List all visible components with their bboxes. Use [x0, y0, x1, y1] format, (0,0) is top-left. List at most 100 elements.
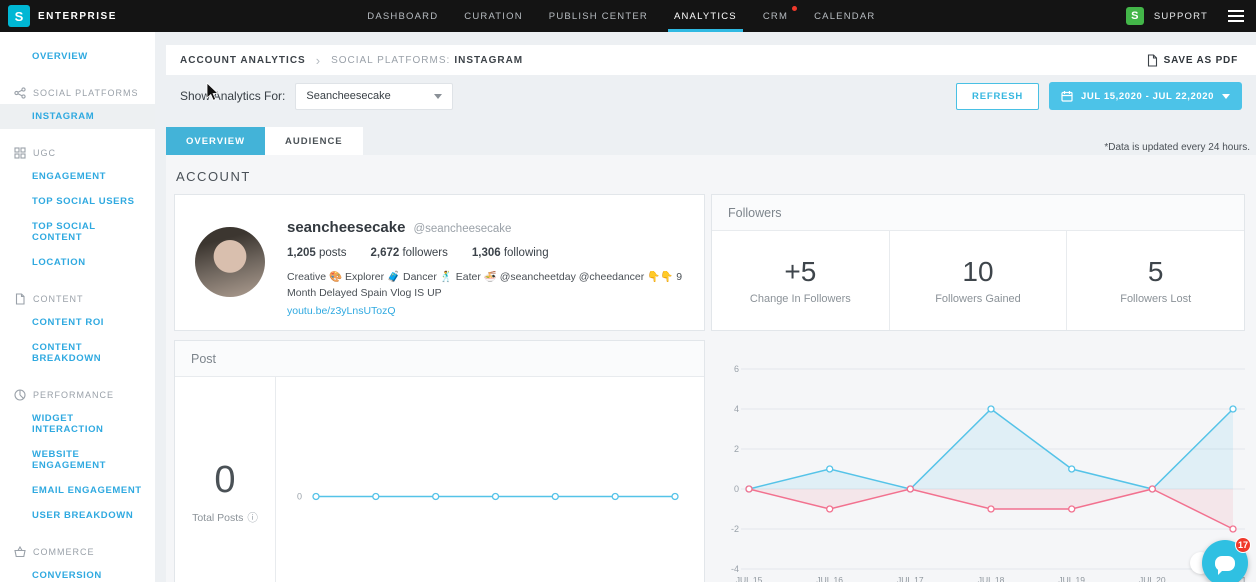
top-nav-right: S SUPPORT: [1126, 7, 1244, 25]
gauge-icon: [14, 389, 26, 401]
pdf-file-icon: [1147, 54, 1158, 67]
tab-overview[interactable]: OVERVIEW: [166, 127, 265, 155]
breadcrumb-account-analytics[interactable]: ACCOUNT ANALYTICS: [180, 55, 306, 66]
sidebar-item-website-engagement[interactable]: WEBSITE ENGAGEMENT: [0, 442, 155, 478]
sidebar-item-conversion[interactable]: CONVERSION: [0, 563, 155, 582]
sidebar-header-commerce: COMMERCE: [0, 541, 155, 563]
svg-text:-2: -2: [731, 524, 739, 534]
hamburger-menu-icon[interactable]: [1228, 10, 1244, 22]
notification-dot: [792, 6, 797, 11]
sidebar-header-ugc: UGC: [0, 142, 155, 164]
date-range-button[interactable]: JUL 15,2020 - JUL 22,2020: [1049, 82, 1242, 110]
info-icon[interactable]: ⓘ: [247, 510, 258, 525]
account-name: seancheesecake: [287, 219, 405, 236]
followers-card-title: Followers: [728, 206, 782, 220]
sidebar-item-widget-interaction[interactable]: WIDGET INTERACTION: [0, 406, 155, 442]
logo-letter: S: [15, 9, 24, 24]
support-avatar-badge[interactable]: S: [1126, 7, 1144, 25]
sidebar-item-content-breakdown[interactable]: CONTENT BREAKDOWN: [0, 335, 155, 371]
svg-text:4: 4: [734, 404, 739, 414]
svg-text:JUL 19: JUL 19: [1058, 575, 1085, 582]
app-root: S ENTERPRISE DASHBOARD CURATION PUBLISH …: [0, 0, 1256, 582]
refresh-button[interactable]: REFRESH: [956, 83, 1039, 110]
chevron-down-icon: [434, 94, 442, 99]
account-bio: Creative 🎨 Explorer 🧳 Dancer 🕺 Eater 🍜 @…: [287, 269, 684, 302]
account-select[interactable]: Seancheesecake: [295, 83, 453, 110]
sidebar-item-top-social-users[interactable]: TOP SOCIAL USERS: [0, 189, 155, 214]
posts-stat: 1,205 posts: [287, 247, 346, 259]
stat-label: Followers Gained: [935, 293, 1021, 305]
sidebar-item-user-breakdown[interactable]: USER BREAKDOWN: [0, 503, 155, 528]
sidebar-item-location[interactable]: LOCATION: [0, 250, 155, 275]
sidebar-header-content: CONTENT: [0, 288, 155, 310]
chat-bubble-icon: [1215, 556, 1235, 571]
brand[interactable]: S ENTERPRISE: [8, 5, 117, 27]
tabs-row: OVERVIEW AUDIENCE *Data is updated every…: [166, 127, 1256, 155]
svg-text:0: 0: [734, 484, 739, 494]
nav-publish-center[interactable]: PUBLISH CENTER: [536, 0, 661, 32]
save-as-pdf-label: SAVE AS PDF: [1164, 55, 1238, 66]
nav-calendar[interactable]: CALENDAR: [801, 0, 888, 32]
sidebar-item-content-roi[interactable]: CONTENT ROI: [0, 310, 155, 335]
total-posts-value: 0: [214, 459, 235, 502]
sidebar: OVERVIEW SOCIAL PLATFORMS INSTAGRAM UGC …: [0, 32, 155, 582]
sidebar-header-label: CONTENT: [33, 294, 84, 304]
sidebar-item-instagram[interactable]: INSTAGRAM: [0, 104, 155, 129]
sidebar-header-performance: PERFORMANCE: [0, 384, 155, 406]
profile-avatar: [195, 227, 265, 297]
nav-crm[interactable]: CRM: [750, 0, 801, 32]
svg-text:JUL 16: JUL 16: [816, 575, 843, 582]
controls-right: REFRESH JUL 15,2020 - JUL 22,2020: [956, 82, 1242, 110]
followers-lost-stat: 5 Followers Lost: [1066, 231, 1244, 330]
svg-text:0: 0: [297, 492, 302, 502]
nav-curation[interactable]: CURATION: [451, 0, 536, 32]
stat-value: 10: [962, 256, 993, 288]
right-column: Followers +5 Change In Followers 10 Foll…: [711, 194, 1245, 582]
top-nav-menu: DASHBOARD CURATION PUBLISH CENTER ANALYT…: [354, 0, 888, 32]
support-link[interactable]: SUPPORT: [1154, 11, 1208, 22]
breadcrumb: ACCOUNT ANALYTICS › SOCIAL PLATFORMS: IN…: [166, 45, 1256, 75]
chat-unread-badge: 17: [1235, 537, 1251, 553]
breadcrumb-separator: ›: [316, 53, 321, 68]
brand-logo-icon: S: [8, 5, 30, 27]
sidebar-item-overview[interactable]: OVERVIEW: [0, 44, 155, 69]
sidebar-item-engagement[interactable]: ENGAGEMENT: [0, 164, 155, 189]
svg-text:JUL 17: JUL 17: [897, 575, 924, 582]
chevron-down-icon: [1222, 94, 1230, 99]
nav-analytics[interactable]: ANALYTICS: [661, 0, 750, 32]
calendar-icon: [1061, 90, 1073, 102]
following-stat: 1,306 following: [472, 247, 549, 259]
account-card: seancheesecake @seancheesecake 1,205 pos…: [174, 194, 705, 331]
followers-stats: +5 Change In Followers 10 Followers Gain…: [712, 231, 1244, 330]
sidebar-header-label: COMMERCE: [33, 547, 95, 557]
post-card-title: Post: [191, 352, 216, 366]
followers-stat: 2,672 followers: [370, 247, 447, 259]
account-bio-link[interactable]: youtu.be/z3yLnsUTozQ: [287, 305, 684, 317]
stat-value: +5: [784, 256, 816, 288]
svg-text:JUL 20: JUL 20: [1139, 575, 1166, 582]
sidebar-item-top-social-content[interactable]: TOP SOCIAL CONTENT: [0, 214, 155, 250]
followers-card: Followers +5 Change In Followers 10 Foll…: [711, 194, 1245, 331]
total-posts-label: Total Posts ⓘ: [192, 510, 258, 525]
followers-gained-stat: 10 Followers Gained: [889, 231, 1067, 330]
save-as-pdf-button[interactable]: SAVE AS PDF: [1147, 54, 1238, 67]
sidebar-header-label: SOCIAL PLATFORMS: [33, 88, 139, 98]
followers-card-header: Followers: [712, 195, 1244, 231]
sidebar-header-label: PERFORMANCE: [33, 390, 114, 400]
nav-dashboard[interactable]: DASHBOARD: [354, 0, 451, 32]
post-card-body: 0 Total Posts ⓘ 0: [175, 377, 704, 582]
post-card-header: Post: [175, 341, 704, 377]
chat-widget-button[interactable]: 17: [1202, 540, 1248, 582]
svg-text:6: 6: [734, 364, 739, 374]
sidebar-item-email-engagement[interactable]: EMAIL ENGAGEMENT: [0, 478, 155, 503]
show-analytics-label: Show Analytics For:: [180, 89, 285, 103]
tab-audience[interactable]: AUDIENCE: [265, 127, 363, 155]
post-chart-area: 0: [275, 377, 704, 582]
stat-label: Followers Lost: [1120, 293, 1191, 305]
date-range-label: JUL 15,2020 - JUL 22,2020: [1081, 91, 1214, 102]
breadcrumb-platform-label: SOCIAL PLATFORMS:: [331, 55, 450, 66]
svg-text:JUL 18: JUL 18: [978, 575, 1005, 582]
breadcrumb-platform-value: INSTAGRAM: [454, 55, 523, 66]
data-update-note: *Data is updated every 24 hours.: [1104, 142, 1250, 155]
account-stats: 1,205 posts 2,672 followers 1,306 follow…: [287, 247, 684, 259]
